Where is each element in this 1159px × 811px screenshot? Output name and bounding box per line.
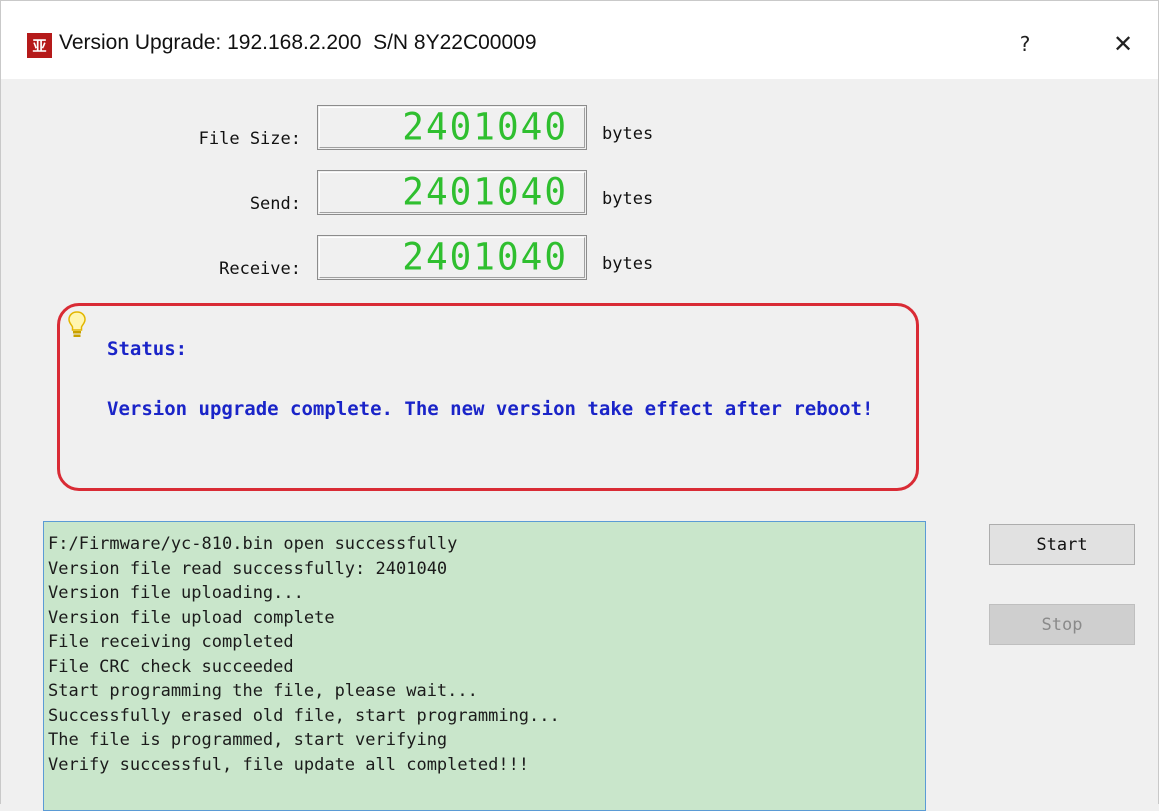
log-output[interactable]: F:/Firmware/yc-810.bin open successfully… — [43, 521, 926, 811]
log-line: Version file upload complete — [48, 607, 335, 628]
file-size-value: 2401040 — [402, 105, 568, 150]
window-title: Version Upgrade: 192.168.2.200 S/N 8Y22C… — [59, 31, 537, 54]
file-size-display: 2401040 — [317, 105, 587, 150]
close-button[interactable]: ✕ — [1100, 21, 1146, 67]
stop-button[interactable]: Stop — [989, 604, 1135, 645]
send-value: 2401040 — [402, 170, 568, 215]
log-line: F:/Firmware/yc-810.bin open successfully — [48, 534, 458, 554]
help-button[interactable]: ? — [1002, 21, 1048, 67]
receive-value: 2401040 — [402, 235, 568, 280]
receive-display: 2401040 — [317, 235, 587, 280]
log-line: Start programming the file, please wait.… — [48, 681, 478, 701]
upgrade-dialog: 亚 Version Upgrade: 192.168.2.200 S/N 8Y2… — [0, 0, 1159, 811]
status-label: Status: — [107, 338, 188, 360]
file-size-label: File Size: — [198, 129, 301, 149]
file-size-unit: bytes — [602, 124, 654, 144]
start-button[interactable]: Start — [989, 524, 1135, 565]
log-line: The file is programmed, start verifying — [48, 730, 448, 750]
log-line: Version file uploading... — [48, 583, 304, 603]
status-message: Version upgrade complete. The new versio… — [107, 398, 874, 420]
app-logo-icon: 亚 — [27, 33, 52, 58]
log-line: Version file read successfully: 2401040 — [48, 558, 448, 579]
send-unit: bytes — [602, 189, 654, 209]
log-line: Verify successful, file update all compl… — [48, 754, 530, 775]
log-line: File CRC check succeeded — [48, 656, 294, 677]
title-bar: 亚 Version Upgrade: 192.168.2.200 S/N 8Y2… — [1, 1, 1158, 79]
receive-unit: bytes — [602, 254, 654, 274]
send-label: Send: — [249, 194, 301, 214]
status-panel: Status: Version upgrade complete. The ne… — [57, 303, 919, 491]
receive-label: Receive: — [219, 259, 301, 279]
log-line: File receiving completed — [48, 632, 294, 652]
lightbulb-icon — [68, 311, 86, 337]
send-display: 2401040 — [317, 170, 587, 215]
log-line: Successfully erased old file, start prog… — [48, 705, 560, 726]
